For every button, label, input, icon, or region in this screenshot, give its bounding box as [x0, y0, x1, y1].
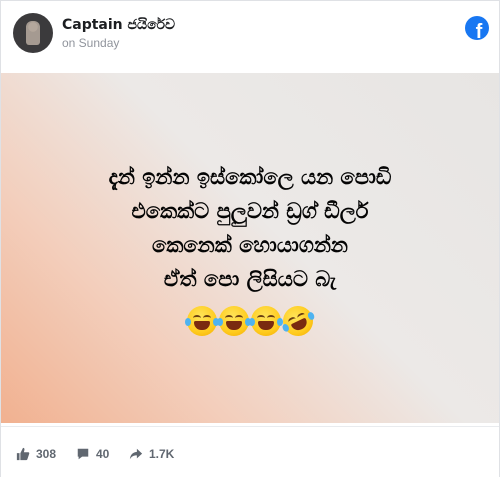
- share-count-value: 1.7K: [149, 447, 175, 461]
- comment-icon: [77, 448, 89, 460]
- post-text: දැන් ඉන්න ඉස්කෝලෙ යන පොඩි එකෙක්ට පුලුවන්…: [25, 160, 475, 296]
- tears-of-joy-emoji: [185, 306, 219, 336]
- share-arrow-icon: [129, 448, 143, 460]
- emoji-row: [1, 301, 499, 341]
- like-count-value: 308: [36, 447, 57, 461]
- comment-count-value: 40: [96, 447, 110, 461]
- facebook-post-card: Captain ජයිරේව on Sunday f දැන් ඉන්න ඉස්…: [0, 0, 500, 477]
- post-text-line: දැන් ඉන්න ඉස්කෝලෙ යන පොඩි: [108, 165, 392, 189]
- rolling-laughing-emoji: [278, 301, 318, 341]
- facebook-icon[interactable]: f: [465, 16, 489, 40]
- thumbs-up-icon: [16, 447, 30, 461]
- like-count[interactable]: 308: [16, 447, 56, 461]
- post-text-line: එකෙක්ට පුලුවන් ඩ්‍රග් ඩීලර්: [131, 199, 369, 223]
- share-count[interactable]: 1.7K: [129, 447, 174, 461]
- post-timestamp[interactable]: on Sunday: [62, 36, 119, 50]
- author-name[interactable]: Captain ජයිරේව: [62, 17, 175, 33]
- avatar-figure: [26, 21, 40, 45]
- comment-count[interactable]: 40: [76, 447, 109, 461]
- post-background: දැන් ඉන්න ඉස්කෝලෙ යන පොඩි එකෙක්ට පුලුවන්…: [1, 73, 499, 423]
- avatar[interactable]: [13, 13, 53, 53]
- post-text-line: කෙනෙක් හොයාගන්න: [152, 233, 348, 257]
- tears-of-joy-emoji: [217, 306, 251, 336]
- post-footer: 308 40 1.7K: [1, 426, 499, 477]
- post-text-line: ඒත් පො ලිසියට බැ: [163, 267, 337, 291]
- post-header: Captain ජයිරේව on Sunday f: [1, 1, 499, 71]
- tears-of-joy-emoji: [249, 306, 283, 336]
